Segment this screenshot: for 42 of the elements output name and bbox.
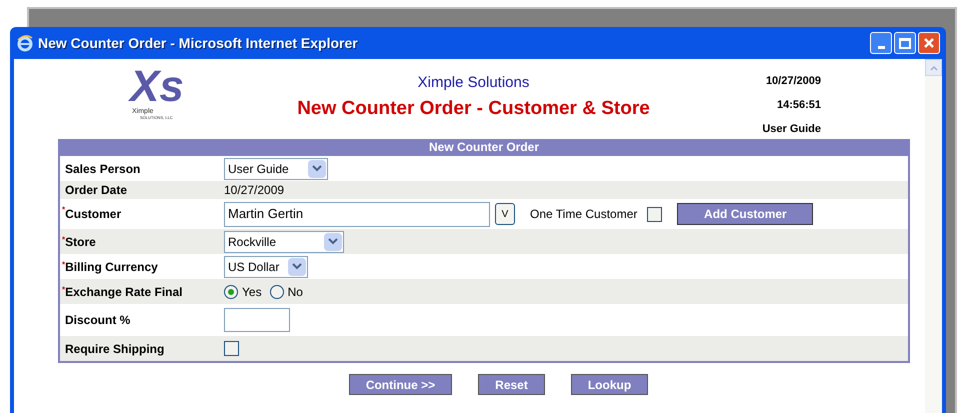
- action-button[interactable]: Continue >>: [348, 374, 452, 395]
- field-label: Store: [65, 234, 96, 250]
- required-asterisk: *: [62, 259, 66, 271]
- dropdown-field[interactable]: Rockville: [224, 230, 344, 252]
- close-icon: [923, 37, 935, 49]
- dropdown-field[interactable]: User Guide: [224, 158, 328, 180]
- form-title: New Counter Order: [60, 139, 908, 156]
- required-asterisk: *: [62, 234, 66, 246]
- checkbox[interactable]: [224, 341, 239, 356]
- one-time-customer-label: One Time Customer: [530, 206, 638, 223]
- radio-label: No: [288, 284, 303, 300]
- browser-logo-icon: [16, 34, 34, 52]
- required-asterisk: *: [62, 204, 66, 216]
- radio-label: Yes: [242, 284, 262, 300]
- field-label: Sales Person: [65, 160, 140, 178]
- required-asterisk: *: [62, 284, 66, 296]
- user-name: User Guide: [762, 122, 821, 137]
- field-label: Customer: [65, 206, 122, 223]
- minimize-button[interactable]: [870, 32, 892, 54]
- radio-button[interactable]: [270, 284, 284, 298]
- action-button[interactable]: Lookup: [570, 374, 648, 395]
- field-label: Billing Currency: [65, 258, 158, 276]
- field-label: Require Shipping: [65, 340, 164, 358]
- customer-picker-button[interactable]: V: [495, 203, 515, 225]
- add-customer-button[interactable]: Add Customer: [677, 203, 814, 225]
- field-label: Order Date: [65, 182, 128, 199]
- action-button[interactable]: Reset: [478, 374, 545, 395]
- checkbox[interactable]: [647, 206, 662, 222]
- time-text: 14:56:51: [776, 98, 821, 112]
- page-title: New Counter Order - Customer & Store: [297, 96, 650, 120]
- dropdown-field[interactable]: US Dollar: [224, 256, 308, 278]
- date-text: 10/27/2009: [766, 74, 821, 89]
- field-label: Discount %: [65, 312, 130, 329]
- radio-button[interactable]: [224, 284, 238, 298]
- customer-field[interactable]: Martin Gertin: [224, 202, 490, 226]
- maximize-button[interactable]: [894, 32, 916, 54]
- window-title: New Counter Order - Microsoft Internet Explorer: [38, 34, 358, 53]
- field-label: Exchange Rate Final: [65, 284, 182, 300]
- company-name: Ximple Solutions: [418, 73, 530, 93]
- order-date-text: 10/27/2009: [224, 182, 284, 199]
- discount-field[interactable]: [224, 308, 290, 332]
- close-button[interactable]: [918, 32, 940, 54]
